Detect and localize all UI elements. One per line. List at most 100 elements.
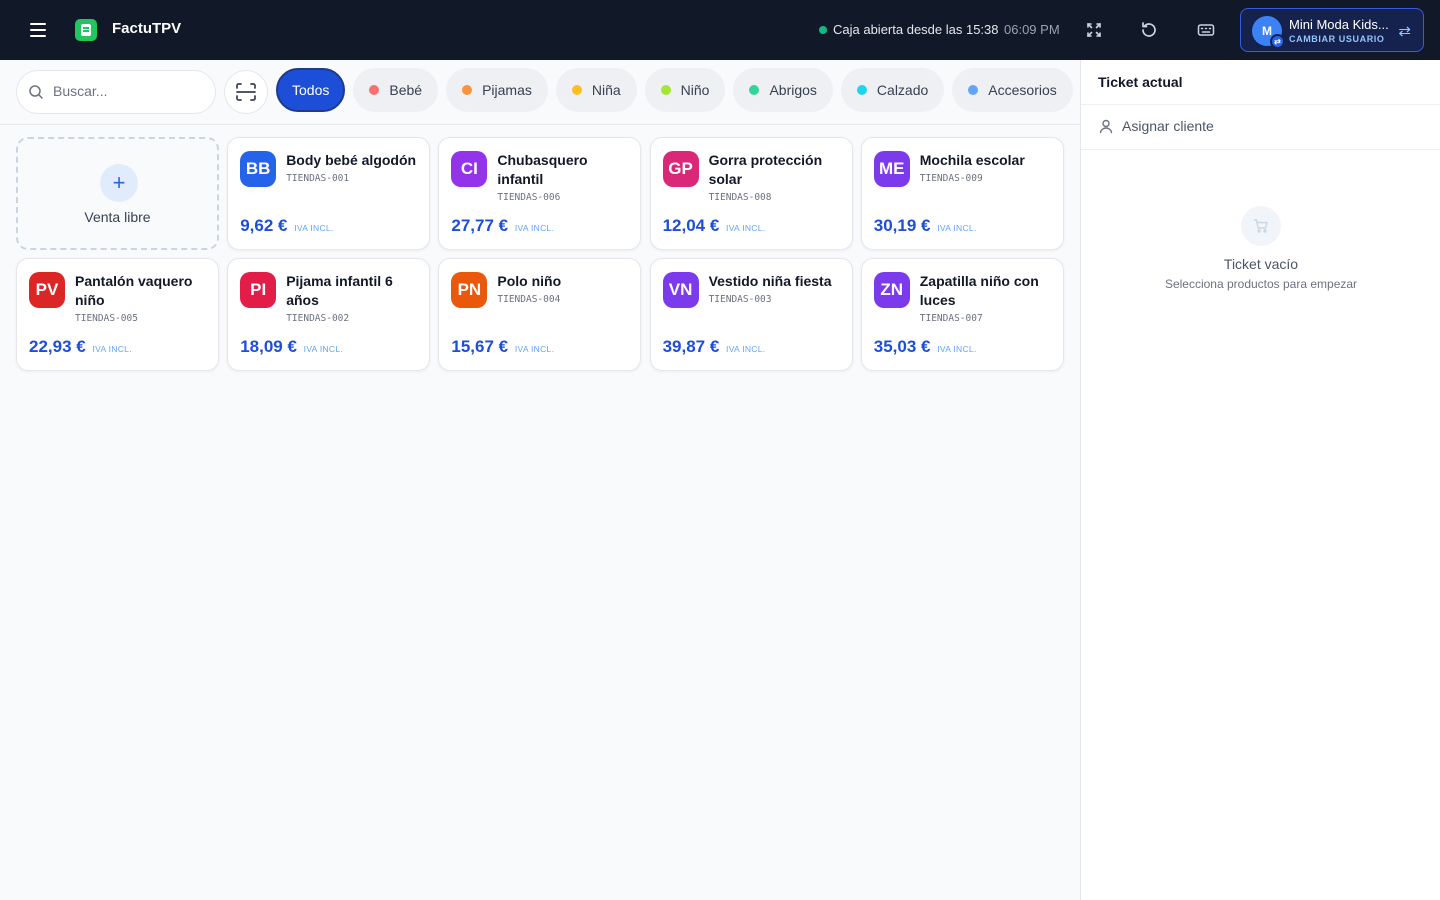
empty-ticket-subtitle: Selecciona productos para empezar — [1164, 277, 1358, 291]
product-initials-badge: PI — [240, 272, 277, 308]
barcode-scan-button[interactable] — [224, 70, 268, 114]
product-price: 22,93 € — [29, 337, 86, 356]
product-card[interactable]: PI Pijama infantil 6 años TIENDAS-002 18,09… — [227, 258, 431, 371]
app-title: FactuTPV — [112, 20, 182, 37]
product-initials-badge: ZN — [873, 272, 910, 308]
empty-ticket-title: Ticket vacío — [1223, 256, 1299, 272]
scan-icon — [236, 83, 256, 101]
status-dot-icon — [819, 25, 827, 34]
product-info: Gorra protección solar TIENDAS-008 — [709, 151, 842, 207]
product-name: Pijama infantil 6 años — [286, 273, 393, 308]
product-card[interactable]: BB Body bebé algodón TIENDAS-001 9,62 € IVA… — [227, 137, 431, 250]
product-sku: TIENDAS-003 — [708, 294, 772, 305]
fullscreen-icon[interactable] — [1082, 18, 1106, 42]
tax-included-label: IVA INCL. — [726, 344, 766, 354]
product-card[interactable]: ZN Zapatilla niño con luces TIENDAS-007 35,… — [860, 258, 1064, 371]
switch-user-button[interactable]: M ⇄ Mini Moda Kids... CAMBIAR USUARIO ⇄ — [1240, 8, 1424, 52]
menu-icon[interactable] — [26, 18, 50, 42]
top-bar: FactuTPV Caja abierta desde las 15:38 06… — [0, 0, 1440, 60]
product-sku: TIENDAS-009 — [919, 173, 983, 184]
user-icon — [1099, 119, 1113, 134]
product-info: Mochila escolar TIENDAS-009 — [920, 151, 1053, 188]
tax-included-label: IVA INCL. — [92, 344, 132, 354]
product-initials-badge: BB — [240, 151, 277, 187]
product-card[interactable]: ME Mochila escolar TIENDAS-009 30,19 € IVA … — [860, 137, 1064, 250]
category-label: Niño — [680, 82, 710, 98]
avatar: M ⇄ — [1252, 16, 1285, 49]
category-dot-icon — [571, 85, 582, 95]
product-info: Chubasquero infantil TIENDAS-006 — [497, 151, 630, 207]
product-price: 30,19 € — [873, 216, 931, 235]
product-sku: TIENDAS-006 — [497, 192, 561, 203]
product-price: 9,62 € — [240, 216, 288, 235]
product-price-row: 39,87 € IVA INCL. — [663, 337, 766, 357]
product-info: Polo niño TIENDAS-004 — [497, 272, 630, 309]
search-input[interactable] — [53, 83, 203, 99]
product-name: Body bebé algodón — [286, 152, 417, 168]
product-price-row: 15,67 € IVA INCL. — [451, 337, 554, 357]
category-dot-icon — [369, 85, 380, 95]
product-card[interactable]: PN Polo niño TIENDAS-004 15,67 € IVA INCL. — [438, 258, 642, 371]
category-chip[interactable]: Niña — [555, 68, 637, 112]
product-sku: TIENDAS-001 — [286, 173, 350, 184]
category-label: Abrigos — [769, 82, 817, 98]
category-dot-icon — [856, 85, 867, 95]
product-price: 27,77 € — [451, 216, 509, 235]
switch-user-label: CAMBIAR USUARIO — [1289, 34, 1385, 44]
tax-included-label: IVA INCL. — [303, 344, 344, 354]
search-box — [16, 70, 216, 114]
product-card[interactable]: PV Pantalón vaquero niño TIENDAS-005 22,93 … — [16, 258, 219, 371]
category-chip[interactable]: Pijamas — [446, 68, 548, 112]
refresh-icon[interactable] — [1137, 18, 1161, 42]
keyboard-icon[interactable] — [1194, 18, 1218, 42]
register-status-text: Caja abierta desde las 15:38 — [833, 22, 999, 37]
swap-icon: ⇄ — [1398, 23, 1411, 40]
product-price: 39,87 € — [662, 337, 720, 356]
tax-included-label: IVA INCL. — [726, 223, 766, 233]
category-label: Niña — [591, 82, 621, 98]
product-price-row: 12,04 € IVA INCL. — [663, 216, 766, 236]
category-label: Calzado — [876, 82, 929, 98]
product-initials-badge: ME — [873, 151, 910, 187]
avatar-initial: M — [1262, 24, 1272, 38]
product-price: 18,09 € — [240, 337, 297, 356]
tax-included-label: IVA INCL. — [514, 344, 555, 354]
category-chip[interactable]: Bebé — [353, 68, 439, 112]
free-sale-button[interactable]: + Venta libre — [16, 137, 219, 250]
cart-icon — [1241, 206, 1281, 246]
swap-badge-icon: ⇄ — [1270, 34, 1285, 49]
product-card[interactable]: GP Gorra protección solar TIENDAS-008 12,04… — [649, 137, 853, 250]
assign-customer-button[interactable]: Asignar cliente — [1098, 118, 1214, 134]
product-info: Pantalón vaquero niño TIENDAS-005 — [75, 272, 208, 328]
product-price-row: 9,62 € IVA INCL. — [240, 216, 333, 236]
product-card[interactable]: CI Chubasquero infantil TIENDAS-006 27,77 €… — [438, 137, 642, 250]
product-price: 35,03 € — [873, 337, 931, 356]
product-initials-badge: GP — [662, 151, 699, 187]
search-icon — [29, 85, 43, 99]
product-sku: TIENDAS-004 — [497, 294, 561, 305]
product-name: Gorra protección solar — [708, 152, 823, 187]
category-label: Bebé — [389, 82, 423, 98]
product-info: Zapatilla niño con luces TIENDAS-007 — [920, 272, 1053, 328]
ticket-panel: Ticket actual Asignar cliente Ticket vac… — [1080, 60, 1440, 900]
category-chip[interactable]: Todos — [276, 68, 346, 112]
product-price-row: 30,19 € IVA INCL. — [874, 216, 977, 236]
category-chip[interactable]: Niño — [644, 68, 726, 112]
category-dot-icon — [749, 85, 760, 95]
category-chip[interactable]: Abrigos — [733, 68, 833, 112]
product-info: Body bebé algodón TIENDAS-001 — [286, 151, 419, 188]
product-initials-badge: PN — [451, 272, 488, 308]
product-card[interactable]: VN Vestido niña fiesta TIENDAS-003 39,87 € … — [649, 258, 853, 371]
product-name: Mochila escolar — [919, 152, 1025, 168]
product-initials-badge: PV — [29, 272, 65, 308]
category-chip[interactable]: Calzado — [840, 68, 945, 112]
product-name: Chubasquero infantil — [497, 152, 588, 187]
category-dot-icon — [660, 85, 671, 95]
category-chip[interactable]: Accesorios — [952, 68, 1073, 112]
category-label: Pijamas — [482, 82, 532, 98]
product-initials-badge: CI — [451, 151, 488, 187]
tax-included-label: IVA INCL. — [514, 223, 555, 233]
tax-included-label: IVA INCL. — [937, 344, 977, 354]
tax-included-label: IVA INCL. — [937, 223, 977, 233]
category-label: Todos — [292, 82, 330, 98]
